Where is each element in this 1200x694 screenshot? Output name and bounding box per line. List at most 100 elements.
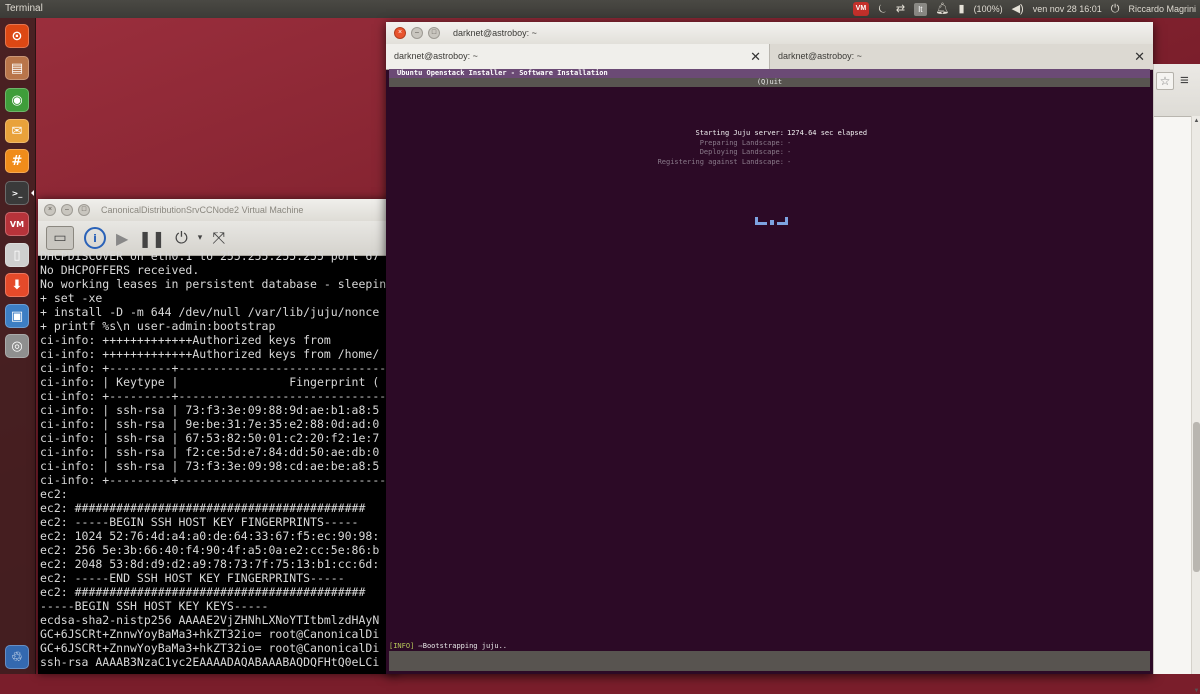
console-line: ci-info: | ssh-rsa | 73:f3:3e:09:88:9d:a…	[40, 403, 380, 417]
scroll-up-icon[interactable]: ▲	[1192, 118, 1200, 124]
terminal-maximize-button[interactable]: □	[428, 27, 440, 39]
status-value: -	[787, 148, 792, 156]
launcher-hashtag-app-icon[interactable]: #	[5, 149, 29, 173]
tab-label: darknet@astroboy: ~	[394, 51, 478, 61]
terminal-window[interactable]: × – □ darknet@astroboy: ~ darknet@astrob…	[386, 22, 1153, 674]
installer-footer-bar	[389, 651, 1150, 671]
console-line: ci-info: +---------+--------------------…	[40, 361, 387, 375]
battery-percentage[interactable]: (100%)	[974, 0, 1003, 18]
background-browser-window[interactable]: ☆ ≡ ▲ ▼	[1153, 64, 1200, 694]
tab-label: darknet@astroboy: ~	[778, 51, 862, 61]
terminal-tab-2[interactable]: darknet@astroboy: ~ ✕	[769, 44, 1153, 69]
console-line: GC+6JSCRt+ZnnwYoyBaMa3+hkZT32io= root@Ca…	[40, 641, 380, 655]
console-line: ssh-rsa AAAAB3NzaC1yc2EAAAADAQABAAABAQDQ…	[40, 655, 380, 667]
status-value: -	[787, 138, 792, 147]
launcher-chromium-icon[interactable]: ◉	[5, 88, 29, 112]
status-value: -	[787, 157, 792, 166]
terminal-screen[interactable]: Ubuntu Openstack Installer - Software In…	[389, 69, 1150, 671]
launcher-ubuntu-software-center-icon[interactable]: ⊙	[5, 24, 29, 48]
console-line: No working leases in persistent database…	[40, 277, 394, 291]
launcher-vmware-icon[interactable]: VM	[5, 212, 29, 236]
scroll-down-icon[interactable]: ▼	[1192, 688, 1200, 694]
network-indicator-icon[interactable]: ⇄	[896, 0, 905, 18]
close-icon[interactable]: ✕	[1134, 44, 1145, 69]
console-line: ec2: -----END SSH HOST KEY FINGERPRINTS-…	[40, 571, 345, 585]
status-label: Deploying Landscape:	[699, 148, 784, 156]
terminal-close-button[interactable]: ×	[394, 27, 406, 39]
launcher-remote-desktop-icon[interactable]: ▣	[5, 304, 29, 328]
power-menu-icon[interactable]: ⏻	[175, 228, 188, 248]
console-line: ec2:	[40, 487, 68, 501]
status-row: Deploying Landscape: -	[389, 148, 1150, 158]
status-row: Preparing Landscape: -	[389, 139, 1150, 149]
close-icon[interactable]: ✕	[750, 44, 761, 69]
launcher-trash-icon[interactable]: ♲	[5, 645, 29, 669]
launcher-text-editor-icon[interactable]: ▯	[5, 243, 29, 267]
quit-hint[interactable]: (Q)uit	[389, 78, 1150, 87]
vm-window[interactable]: × – □ CanonicalDistributionSrvCCNode2 Vi…	[38, 199, 398, 674]
hamburger-menu-icon[interactable]: ≡	[1180, 72, 1189, 89]
console-line: No DHCPOFFERS received.	[40, 263, 200, 277]
messaging-indicator-icon[interactable]: ⏾	[878, 0, 887, 18]
console-line: ec2: -----BEGIN SSH HOST KEY FINGERPRINT…	[40, 515, 359, 529]
keyboard-layout-indicator[interactable]: It	[914, 2, 927, 16]
power-icon[interactable]: ⏻	[1111, 0, 1120, 18]
console-line: ec2: 1024 52:76:4d:a4:a0:de:64:33:67:f5:…	[40, 529, 380, 543]
status-label: Preparing Landscape:	[699, 138, 784, 147]
info-tag: [INFO]	[389, 642, 415, 650]
vm-minimize-button[interactable]: –	[61, 204, 73, 216]
status-label: Registering against Landscape:	[657, 157, 784, 166]
active-app-title: Terminal	[5, 3, 43, 14]
console-line: GC+6JSCRt+ZnnwYoyBaMa3+hkZT32io= root@Ca…	[40, 627, 380, 641]
launcher-files-icon[interactable]: ▤	[5, 56, 29, 80]
terminal-tab-bar: darknet@astroboy: ~ ✕ darknet@astroboy: …	[386, 44, 1153, 70]
launcher-disk-utility-icon[interactable]: ◎	[5, 334, 29, 358]
console-line: ec2: 2048 53:8d:d9:d2:a9:78:73:7f:75:13:…	[40, 557, 380, 571]
console-line: + install -D -m 644 /dev/null /var/lib/j…	[40, 305, 380, 319]
console-line: ci-info: +++++++++++++Authorized keys fr…	[40, 347, 380, 361]
terminal-tab-1[interactable]: darknet@astroboy: ~ ✕	[386, 44, 769, 69]
console-line: + printf %s\n user-admin:bootstrap	[40, 319, 276, 333]
console-line: ecdsa-sha2-nistp256 AAAAE2VjZHNhLXNoYTIt…	[40, 613, 380, 627]
installer-header: Ubuntu Openstack Installer - Software In…	[389, 69, 1150, 78]
suspend-icon[interactable]: ❚❚	[138, 229, 165, 248]
vm-window-title: CanonicalDistributionSrvCCNode2 Virtual …	[101, 205, 304, 215]
launcher-mail-icon[interactable]: ✉	[5, 119, 29, 143]
vm-info-icon[interactable]: i	[84, 227, 106, 249]
chevron-down-icon[interactable]: ▾	[198, 233, 203, 243]
power-on-icon[interactable]: ▶	[116, 229, 128, 248]
datetime-indicator[interactable]: ven nov 28 16:01	[1033, 0, 1102, 18]
fullscreen-icon[interactable]: ⤧	[212, 228, 225, 248]
console-line: ci-info: | ssh-rsa | 67:53:82:50:01:c2:2…	[40, 431, 380, 445]
active-app-indicator	[31, 190, 34, 196]
info-log-line: [INFO] ⇨Bootstrapping juju..	[389, 641, 1150, 651]
vmware-indicator-icon[interactable]: VM	[852, 2, 870, 16]
terminal-titlebar[interactable]: × – □ darknet@astroboy: ~	[386, 22, 1153, 44]
vm-console-output[interactable]: DHCPDISCOVER on eth0.1 to 255.255.255.25…	[38, 249, 400, 667]
volume-icon[interactable]: ◀︎)	[1012, 0, 1024, 18]
terminal-minimize-button[interactable]: –	[411, 27, 423, 39]
battery-icon[interactable]: ▮	[959, 0, 965, 18]
scrollbar-thumb[interactable]	[1193, 422, 1200, 572]
console-line: DHCPDISCOVER on eth0.1 to 255.255.255.25…	[40, 249, 380, 263]
console-view-icon[interactable]: ▭	[46, 226, 74, 250]
top-panel: Terminal VM ⏾ ⇄ It 🔔︎ ▮ (100%) ◀︎) ven n…	[0, 0, 1200, 18]
user-name-indicator[interactable]: Riccardo Magrini	[1128, 0, 1196, 18]
notification-bell-icon[interactable]: 🔔︎	[936, 0, 950, 18]
vm-close-button[interactable]: ×	[44, 204, 56, 216]
bookmark-star-icon[interactable]: ☆	[1156, 72, 1174, 90]
browser-toolbar: ☆ ≡	[1154, 64, 1200, 117]
console-line: ec2: ###################################…	[40, 585, 366, 599]
console-line: + set -xe	[40, 291, 103, 305]
vm-maximize-button[interactable]: □	[78, 204, 90, 216]
status-value: 1274.64 sec elapsed	[787, 129, 868, 137]
launcher-download-manager-icon[interactable]: ⬇	[5, 273, 29, 297]
console-line: ci-info: | ssh-rsa | 9e:be:31:7e:35:e2:8…	[40, 417, 380, 431]
vm-titlebar[interactable]: × – □ CanonicalDistributionSrvCCNode2 Vi…	[38, 199, 398, 221]
console-line: ci-info: +++++++++++++Authorized keys fr…	[40, 333, 331, 347]
browser-scrollbar[interactable]: ▲ ▼	[1191, 116, 1200, 694]
install-status-list: Starting Juju server: 1274.64 sec elapse…	[389, 129, 1150, 167]
launcher-terminal-icon[interactable]: >_	[5, 181, 29, 205]
progress-spinner-icon	[755, 217, 791, 225]
console-line: -----BEGIN SSH HOST KEY KEYS-----	[40, 599, 269, 613]
